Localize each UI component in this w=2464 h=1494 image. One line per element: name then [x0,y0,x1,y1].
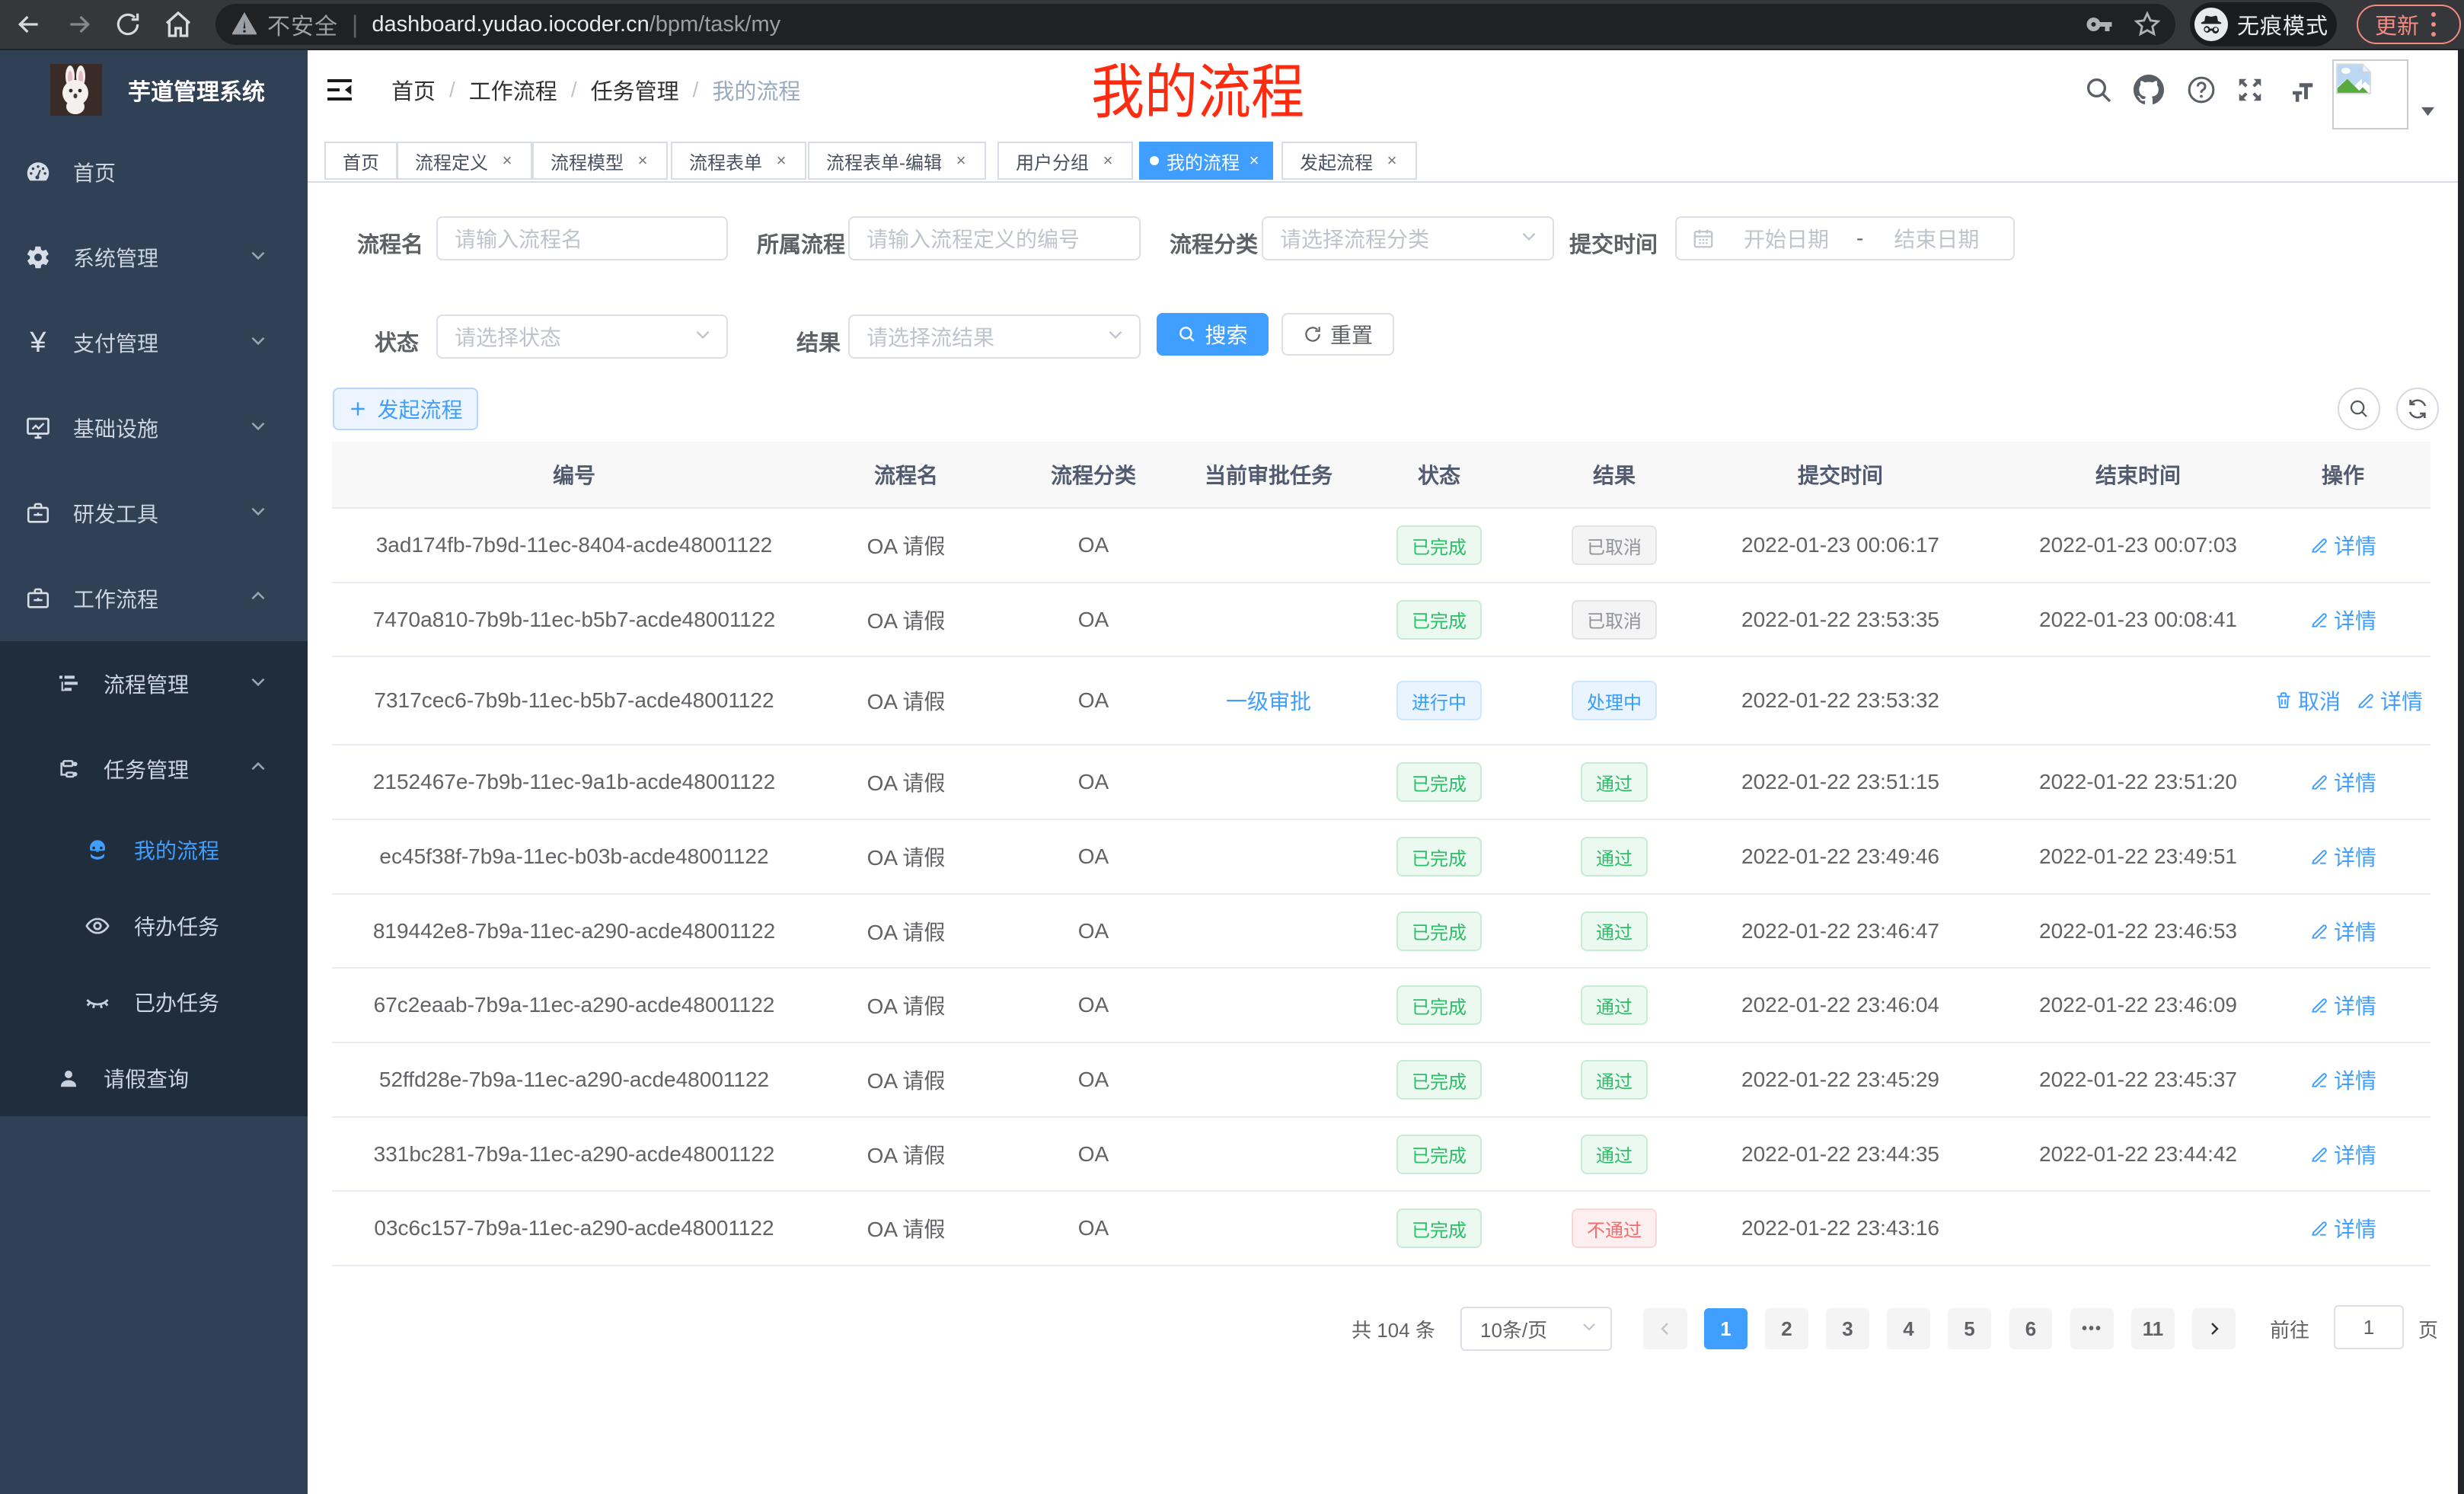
svg-text:我的流程: 我的流程 [1091,59,1304,126]
